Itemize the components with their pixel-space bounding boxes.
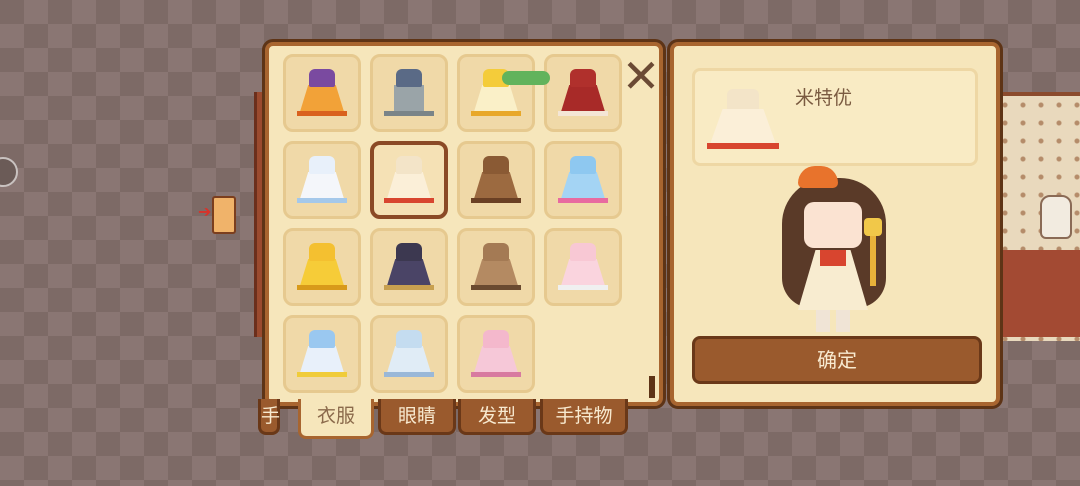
tab-hairstyle[interactable]: 发型: [458, 399, 536, 435]
outfit-slot-pink-bunny-dress[interactable]: [457, 315, 535, 393]
side-menu-button[interactable]: [0, 157, 18, 187]
outfit-grid: [283, 54, 622, 393]
confirm-button[interactable]: 确定: [692, 336, 982, 384]
orange-cream-dress-icon: [380, 152, 438, 208]
tab-eyes[interactable]: 眼睛: [378, 399, 456, 435]
grid-scrollbar[interactable]: [649, 376, 655, 398]
new-item-badge: [502, 71, 550, 85]
outfit-slot-light-blue-dress[interactable]: [370, 315, 448, 393]
yellow-chick-dress-icon: [293, 239, 351, 295]
outfit-slot-pink-hoodie-outfit[interactable]: [544, 228, 622, 306]
blue-heart-dress-icon: [554, 152, 612, 208]
outfit-slot-blue-yellow-dress[interactable]: [283, 315, 361, 393]
outfit-slot-orange-pumpkin-dress[interactable]: [283, 54, 361, 132]
bunny-plush-decoration: [1040, 195, 1072, 239]
door-icon: [212, 196, 236, 234]
character-face: [804, 202, 862, 248]
white-blue-bow-dress-icon: [293, 152, 351, 208]
outfit-slot-yellow-duck-dress[interactable]: [457, 54, 535, 132]
outfit-slot-gray-suit[interactable]: [370, 54, 448, 132]
character-legs: [816, 310, 850, 332]
gray-suit-icon: [380, 65, 438, 121]
outfit-slot-brown-bear-costume[interactable]: [457, 141, 535, 219]
red-velvet-dress-icon: [554, 65, 612, 121]
room-carpet-right: [996, 250, 1080, 337]
orange-hat-icon: [798, 166, 838, 188]
blue-yellow-dress-icon: [293, 326, 351, 382]
light-blue-dress-icon: [380, 326, 438, 382]
outfit-slot-red-velvet-dress[interactable]: [544, 54, 622, 132]
dark-purple-dress-icon: [380, 239, 438, 295]
tab-clothes[interactable]: 衣服: [298, 399, 374, 439]
selected-item-name: 米特优: [795, 87, 853, 109]
close-icon[interactable]: ✕: [621, 53, 661, 99]
outfit-slot-dark-purple-dress[interactable]: [370, 228, 448, 306]
outfit-slot-brown-lolita-dress[interactable]: [457, 228, 535, 306]
character-preview: [774, 166, 894, 336]
brown-lolita-dress-icon: [467, 239, 525, 295]
selected-item-box: 米特优: [692, 68, 978, 166]
exit-door-button[interactable]: ➔: [198, 196, 236, 234]
preview-panel: 米特优 确定: [667, 39, 1003, 409]
staff-head-icon: [864, 218, 882, 236]
tab-hand-partial[interactable]: 手: [258, 399, 280, 435]
outfit-slot-blue-heart-dress[interactable]: [544, 141, 622, 219]
pink-hoodie-outfit-icon: [554, 239, 612, 295]
selected-item-icon: [703, 85, 783, 155]
brown-bear-costume-icon: [467, 152, 525, 208]
character-dress-bodice: [820, 250, 846, 266]
tab-held-item[interactable]: 手持物: [540, 399, 628, 435]
outfit-selection-panel: ✕: [262, 39, 666, 409]
orange-pumpkin-dress-icon: [293, 65, 351, 121]
outfit-slot-orange-cream-dress[interactable]: [370, 141, 448, 219]
outfit-slot-white-blue-bow-dress[interactable]: [283, 141, 361, 219]
pink-bunny-dress-icon: [467, 326, 525, 382]
outfit-slot-yellow-chick-dress[interactable]: [283, 228, 361, 306]
